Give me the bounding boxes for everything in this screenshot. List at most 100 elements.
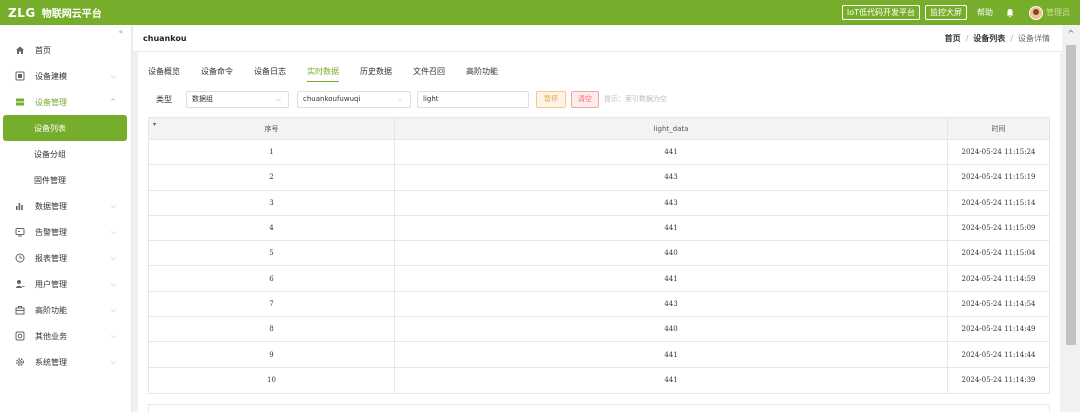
model-icon xyxy=(14,70,26,82)
chevron-down-icon: ⌵ xyxy=(110,227,116,236)
cell-time: 2024-05-24 11:15:24 xyxy=(961,148,1036,157)
monitor-screen-button[interactable]: 监控大屏 xyxy=(925,5,967,20)
cell-index: 5 xyxy=(149,241,395,266)
table-row: 9 441 2024-05-24 11:14:44 xyxy=(149,342,1049,368)
sidebar-item-device-management[interactable]: 设备管理 ^ xyxy=(0,89,132,115)
data-icon xyxy=(14,200,26,212)
tab-realtime-data[interactable]: 实时数据 xyxy=(307,66,339,82)
tab-logs[interactable]: 设备日志 xyxy=(254,66,286,82)
cell-light-data: 441 xyxy=(395,140,948,165)
report-icon xyxy=(14,252,26,264)
column-header-light-data: light_data xyxy=(395,118,948,139)
cell-time: 2024-05-24 11:14:39 xyxy=(961,376,1036,385)
iot-lowcode-button[interactable]: IoT低代码开发平台 xyxy=(841,5,920,20)
type-select[interactable]: 数据组 ⌵ xyxy=(186,90,289,108)
cell-light-data: 441 xyxy=(395,215,948,241)
logo[interactable]: ZLG 物联网云平台 xyxy=(0,5,102,21)
scroll-up-icon[interactable]: ^ xyxy=(1065,29,1077,39)
sidebar-item-user-management[interactable]: 用户管理 ⌵ xyxy=(0,271,132,297)
cell-time: 2024-05-24 11:14:49 xyxy=(961,325,1036,334)
advanced-icon xyxy=(14,304,26,316)
chevron-down-icon: ⌵ xyxy=(110,253,116,262)
sidebar-item-label: 设备管理 xyxy=(35,97,67,107)
avatar[interactable] xyxy=(1029,5,1043,20)
breadcrumb-home[interactable]: 首页 xyxy=(945,34,961,43)
sidebar-item-label: 系统管理 xyxy=(35,357,67,367)
cell-light-data: 440 xyxy=(395,241,948,266)
cell-index: 2 xyxy=(149,165,395,190)
tab-commands[interactable]: 设备命令 xyxy=(201,66,233,82)
sidebar-subitem-device-group[interactable]: 设备分组 xyxy=(0,141,132,167)
top-navbar: ZLG 物联网云平台 IoT低代码开发平台 监控大屏 帮助 管理员 xyxy=(0,0,1080,25)
cell-time: 2024-05-24 11:15:19 xyxy=(961,173,1036,182)
table-row: 7 443 2024-05-24 11:14:54 xyxy=(149,291,1049,318)
table-row: 5 440 2024-05-24 11:15:04 xyxy=(149,241,1049,267)
hint-text: 提示：索引数据为空 xyxy=(604,95,667,103)
alarm-icon xyxy=(14,226,26,238)
sidebar-subitem-firmware[interactable]: 固件管理 xyxy=(0,167,132,193)
help-link[interactable]: 帮助 xyxy=(977,7,993,18)
cell-index: 6 xyxy=(149,266,395,291)
field-input[interactable]: light xyxy=(417,90,529,108)
cell-time: 2024-05-24 11:15:09 xyxy=(961,224,1036,233)
column-header-index: 序号 xyxy=(149,118,395,139)
chevron-down-icon: ⌵ xyxy=(110,357,116,366)
sidebar-subitem-device-list[interactable]: 设备列表 xyxy=(3,115,127,141)
caret-down-icon[interactable]: ▾ xyxy=(153,121,156,128)
tab-advanced[interactable]: 高阶功能 xyxy=(466,66,498,82)
pause-button[interactable]: 暂停 xyxy=(536,90,566,108)
sidebar-item-home[interactable]: 首页 xyxy=(0,37,132,63)
username-dropdown[interactable]: 管理员 xyxy=(1046,7,1070,18)
gear-icon xyxy=(14,356,26,368)
device-select[interactable]: chuankoufuwuqi ⌵ xyxy=(297,90,411,108)
sidebar-item-advanced[interactable]: 高阶功能 ⌵ xyxy=(0,297,132,323)
cell-light-data: 443 xyxy=(395,190,948,215)
column-header-time: 时间 xyxy=(991,124,1006,133)
device-select-value: chuankoufuwuqi xyxy=(303,95,361,103)
sidebar-item-label: 数据管理 xyxy=(35,201,67,211)
cell-index: 10 xyxy=(149,367,395,393)
clear-button[interactable]: 清空 xyxy=(571,90,599,108)
cell-index: 3 xyxy=(149,190,395,215)
sidebar-item-label: 设备建模 xyxy=(35,71,67,81)
user-icon xyxy=(14,278,26,290)
table-header: ▾ 序号 light_data 时间 xyxy=(149,118,1049,140)
cell-light-data: 441 xyxy=(395,342,948,367)
tab-overview[interactable]: 设备概览 xyxy=(148,66,180,82)
sidebar-item-label: 高阶功能 xyxy=(35,305,67,315)
collapse-sidebar-icon[interactable]: « xyxy=(119,28,123,36)
scroll-thumb[interactable] xyxy=(1066,45,1076,345)
chevron-down-icon: ⌵ xyxy=(110,279,116,288)
cell-index: 1 xyxy=(149,140,395,165)
content-panel: 设备概览 设备命令 设备日志 实时数据 历史数据 文件召回 高阶功能 类型 数据… xyxy=(138,52,1060,412)
tab-history-data[interactable]: 历史数据 xyxy=(360,66,392,82)
sidebar-item-label: 用户管理 xyxy=(35,279,67,289)
chevron-down-icon: ⌵ xyxy=(110,71,116,80)
type-label: 类型 xyxy=(156,94,172,104)
sidebar-item-other-business[interactable]: 其他业务 ⌵ xyxy=(0,323,132,349)
bell-icon[interactable] xyxy=(1005,8,1015,18)
cell-light-data: 441 xyxy=(395,367,948,393)
vertical-scrollbar[interactable]: ^ xyxy=(1062,25,1080,412)
cell-light-data: 441 xyxy=(395,266,948,291)
sidebar-item-alarm-management[interactable]: 告警管理 ⌵ xyxy=(0,219,132,245)
chevron-down-icon: ⌵ xyxy=(275,94,281,103)
platform-title: 物联网云平台 xyxy=(41,9,102,20)
sidebar-item-label: 报表管理 xyxy=(35,253,67,263)
logo-mark: ZLG xyxy=(8,5,36,20)
sidebar-item-data-management[interactable]: 数据管理 ⌵ xyxy=(0,193,132,219)
table-row: 2 443 2024-05-24 11:15:19 xyxy=(149,165,1049,191)
sidebar-item-device-modeling[interactable]: 设备建模 ⌵ xyxy=(0,63,132,89)
sidebar: « 首页 设备建模 ⌵ 设备管理 ^ 设备列表 设备分组 固件管理 数据管理 ⌵… xyxy=(0,25,132,412)
sidebar-item-report-management[interactable]: 报表管理 ⌵ xyxy=(0,245,132,271)
breadcrumb-device-list[interactable]: 设备列表 xyxy=(973,34,1005,43)
sidebar-item-system-management[interactable]: 系统管理 ⌵ xyxy=(0,349,132,375)
table-body: 1 441 2024-05-24 11:15:24 2 443 2024-05-24 1… xyxy=(149,140,1049,393)
cell-index: 9 xyxy=(149,342,395,367)
table-row: 1 441 2024-05-24 11:15:24 xyxy=(149,140,1049,166)
sidebar-item-label: 其他业务 xyxy=(35,331,67,341)
breadcrumb-current: 设备详情 xyxy=(1018,33,1050,43)
tab-file-recall[interactable]: 文件召回 xyxy=(413,66,445,82)
table-row: 4 441 2024-05-24 11:15:09 xyxy=(149,215,1049,242)
field-input-value: light xyxy=(423,95,439,103)
